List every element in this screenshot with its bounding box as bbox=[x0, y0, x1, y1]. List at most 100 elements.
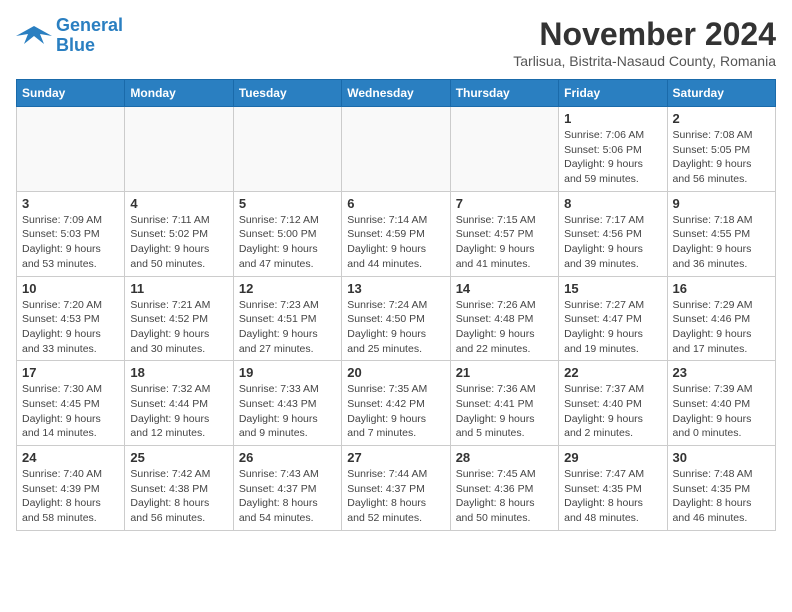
day-cell-w5-d1: 24Sunrise: 7:40 AM Sunset: 4:39 PM Dayli… bbox=[17, 446, 125, 531]
day-number: 26 bbox=[239, 450, 336, 465]
header-saturday: Saturday bbox=[667, 80, 775, 107]
day-cell-w5-d7: 30 Sunrise: 7:48 AM Sunset: 4:35 PM Dayli… bbox=[667, 446, 775, 531]
day-cell-w5-d5: 28Sunrise: 7:45 AM Sunset: 4:36 PM Dayli… bbox=[450, 446, 558, 531]
day-info: Sunrise: 7:39 AM Sunset: 4:40 PM Dayligh… bbox=[673, 382, 770, 441]
day-cell-w2-d7: 9 Sunrise: 7:18 AM Sunset: 4:55 PM Daylig… bbox=[667, 191, 775, 276]
day-number: 13 bbox=[347, 281, 444, 296]
day-cell-w4-d5: 21Sunrise: 7:36 AM Sunset: 4:41 PM Dayli… bbox=[450, 361, 558, 446]
day-cell-w5-d3: 26Sunrise: 7:43 AM Sunset: 4:37 PM Dayli… bbox=[233, 446, 341, 531]
day-info: Sunrise: 7:09 AM Sunset: 5:03 PM Dayligh… bbox=[22, 213, 119, 272]
day-number: 20 bbox=[347, 365, 444, 380]
day-info: Sunrise: 7:44 AM Sunset: 4:37 PM Dayligh… bbox=[347, 467, 444, 526]
day-info: Sunrise: 7:24 AM Sunset: 4:50 PM Dayligh… bbox=[347, 298, 444, 357]
day-number: 16 bbox=[673, 281, 770, 296]
day-info: Sunrise: 7:48 AM Sunset: 4:35 PM Dayligh… bbox=[673, 467, 770, 526]
day-info: Sunrise: 7:12 AM Sunset: 5:00 PM Dayligh… bbox=[239, 213, 336, 272]
day-cell-w2-d5: 7Sunrise: 7:15 AM Sunset: 4:57 PM Daylig… bbox=[450, 191, 558, 276]
day-number: 14 bbox=[456, 281, 553, 296]
header-friday: Friday bbox=[559, 80, 667, 107]
day-info: Sunrise: 7:06 AM Sunset: 5:06 PM Dayligh… bbox=[564, 128, 661, 187]
header-thursday: Thursday bbox=[450, 80, 558, 107]
day-info: Sunrise: 7:37 AM Sunset: 4:40 PM Dayligh… bbox=[564, 382, 661, 441]
week-row-4: 17 Sunrise: 7:30 AM Sunset: 4:45 PM Dayli… bbox=[17, 361, 776, 446]
day-cell-w3-d2: 11 Sunrise: 7:21 AM Sunset: 4:52 PM Dayli… bbox=[125, 276, 233, 361]
day-number: 8 bbox=[564, 196, 661, 211]
day-info: Sunrise: 7:30 AM Sunset: 4:45 PM Dayligh… bbox=[22, 382, 119, 441]
day-cell-w5-d6: 29Sunrise: 7:47 AM Sunset: 4:35 PM Dayli… bbox=[559, 446, 667, 531]
location-subtitle: Tarlisua, Bistrita-Nasaud County, Romani… bbox=[513, 53, 776, 69]
day-cell-w1-d5 bbox=[450, 107, 558, 192]
header-wednesday: Wednesday bbox=[342, 80, 450, 107]
day-number: 29 bbox=[564, 450, 661, 465]
day-cell-w4-d7: 23 Sunrise: 7:39 AM Sunset: 4:40 PM Dayli… bbox=[667, 361, 775, 446]
day-cell-w3-d6: 15Sunrise: 7:27 AM Sunset: 4:47 PM Dayli… bbox=[559, 276, 667, 361]
day-cell-w2-d2: 4Sunrise: 7:11 AM Sunset: 5:02 PM Daylig… bbox=[125, 191, 233, 276]
day-cell-w5-d4: 27 Sunrise: 7:44 AM Sunset: 4:37 PM Dayli… bbox=[342, 446, 450, 531]
week-row-5: 24Sunrise: 7:40 AM Sunset: 4:39 PM Dayli… bbox=[17, 446, 776, 531]
day-number: 15 bbox=[564, 281, 661, 296]
day-number: 19 bbox=[239, 365, 336, 380]
day-number: 2 bbox=[673, 111, 770, 126]
day-number: 18 bbox=[130, 365, 227, 380]
header-sunday: Sunday bbox=[17, 80, 125, 107]
day-cell-w3-d4: 13 Sunrise: 7:24 AM Sunset: 4:50 PM Dayli… bbox=[342, 276, 450, 361]
day-info: Sunrise: 7:14 AM Sunset: 4:59 PM Dayligh… bbox=[347, 213, 444, 272]
day-number: 17 bbox=[22, 365, 119, 380]
logo-text: General Blue bbox=[56, 16, 123, 56]
day-cell-w1-d3 bbox=[233, 107, 341, 192]
day-number: 3 bbox=[22, 196, 119, 211]
day-info: Sunrise: 7:21 AM Sunset: 4:52 PM Dayligh… bbox=[130, 298, 227, 357]
day-number: 23 bbox=[673, 365, 770, 380]
day-cell-w1-d2 bbox=[125, 107, 233, 192]
day-number: 25 bbox=[130, 450, 227, 465]
calendar-table: Sunday Monday Tuesday Wednesday Thursday… bbox=[16, 79, 776, 531]
day-info: Sunrise: 7:23 AM Sunset: 4:51 PM Dayligh… bbox=[239, 298, 336, 357]
day-cell-w4-d2: 18Sunrise: 7:32 AM Sunset: 4:44 PM Dayli… bbox=[125, 361, 233, 446]
day-cell-w3-d3: 12 Sunrise: 7:23 AM Sunset: 4:51 PM Dayli… bbox=[233, 276, 341, 361]
month-title: November 2024 bbox=[513, 16, 776, 53]
day-number: 27 bbox=[347, 450, 444, 465]
day-cell-w3-d7: 16 Sunrise: 7:29 AM Sunset: 4:46 PM Dayli… bbox=[667, 276, 775, 361]
day-cell-w2-d6: 8Sunrise: 7:17 AM Sunset: 4:56 PM Daylig… bbox=[559, 191, 667, 276]
day-cell-w1-d4 bbox=[342, 107, 450, 192]
day-info: Sunrise: 7:33 AM Sunset: 4:43 PM Dayligh… bbox=[239, 382, 336, 441]
day-cell-w4-d1: 17 Sunrise: 7:30 AM Sunset: 4:45 PM Dayli… bbox=[17, 361, 125, 446]
logo-line1: General bbox=[56, 15, 123, 35]
header: General Blue November 2024 Tarlisua, Bis… bbox=[16, 16, 776, 69]
day-number: 9 bbox=[673, 196, 770, 211]
logo-bird-icon bbox=[16, 22, 52, 50]
day-number: 5 bbox=[239, 196, 336, 211]
day-cell-w1-d7: 2 Sunrise: 7:08 AM Sunset: 5:05 PM Daylig… bbox=[667, 107, 775, 192]
day-cell-w4-d3: 19 Sunrise: 7:33 AM Sunset: 4:43 PM Dayli… bbox=[233, 361, 341, 446]
day-info: Sunrise: 7:36 AM Sunset: 4:41 PM Dayligh… bbox=[456, 382, 553, 441]
day-info: Sunrise: 7:11 AM Sunset: 5:02 PM Dayligh… bbox=[130, 213, 227, 272]
day-info: Sunrise: 7:29 AM Sunset: 4:46 PM Dayligh… bbox=[673, 298, 770, 357]
day-cell-w4-d6: 22 Sunrise: 7:37 AM Sunset: 4:40 PM Dayli… bbox=[559, 361, 667, 446]
day-info: Sunrise: 7:26 AM Sunset: 4:48 PM Dayligh… bbox=[456, 298, 553, 357]
day-cell-w3-d5: 14 Sunrise: 7:26 AM Sunset: 4:48 PM Dayli… bbox=[450, 276, 558, 361]
day-cell-w2-d1: 3 Sunrise: 7:09 AM Sunset: 5:03 PM Daylig… bbox=[17, 191, 125, 276]
day-number: 22 bbox=[564, 365, 661, 380]
day-cell-w4-d4: 20Sunrise: 7:35 AM Sunset: 4:42 PM Dayli… bbox=[342, 361, 450, 446]
day-info: Sunrise: 7:42 AM Sunset: 4:38 PM Dayligh… bbox=[130, 467, 227, 526]
day-cell-w2-d4: 6Sunrise: 7:14 AM Sunset: 4:59 PM Daylig… bbox=[342, 191, 450, 276]
title-area: November 2024 Tarlisua, Bistrita-Nasaud … bbox=[513, 16, 776, 69]
day-info: Sunrise: 7:15 AM Sunset: 4:57 PM Dayligh… bbox=[456, 213, 553, 272]
weekday-header-row: Sunday Monday Tuesday Wednesday Thursday… bbox=[17, 80, 776, 107]
header-tuesday: Tuesday bbox=[233, 80, 341, 107]
day-info: Sunrise: 7:18 AM Sunset: 4:55 PM Dayligh… bbox=[673, 213, 770, 272]
logo-line2: Blue bbox=[56, 35, 95, 55]
day-cell-w1-d6: 1 Sunrise: 7:06 AM Sunset: 5:06 PM Daylig… bbox=[559, 107, 667, 192]
day-cell-w5-d2: 25 Sunrise: 7:42 AM Sunset: 4:38 PM Dayli… bbox=[125, 446, 233, 531]
day-number: 12 bbox=[239, 281, 336, 296]
logo: General Blue bbox=[16, 16, 123, 56]
day-number: 10 bbox=[22, 281, 119, 296]
week-row-1: 1 Sunrise: 7:06 AM Sunset: 5:06 PM Daylig… bbox=[17, 107, 776, 192]
day-info: Sunrise: 7:08 AM Sunset: 5:05 PM Dayligh… bbox=[673, 128, 770, 187]
day-number: 30 bbox=[673, 450, 770, 465]
day-info: Sunrise: 7:20 AM Sunset: 4:53 PM Dayligh… bbox=[22, 298, 119, 357]
day-cell-w2-d3: 5 Sunrise: 7:12 AM Sunset: 5:00 PM Daylig… bbox=[233, 191, 341, 276]
day-number: 1 bbox=[564, 111, 661, 126]
week-row-2: 3 Sunrise: 7:09 AM Sunset: 5:03 PM Daylig… bbox=[17, 191, 776, 276]
day-number: 11 bbox=[130, 281, 227, 296]
